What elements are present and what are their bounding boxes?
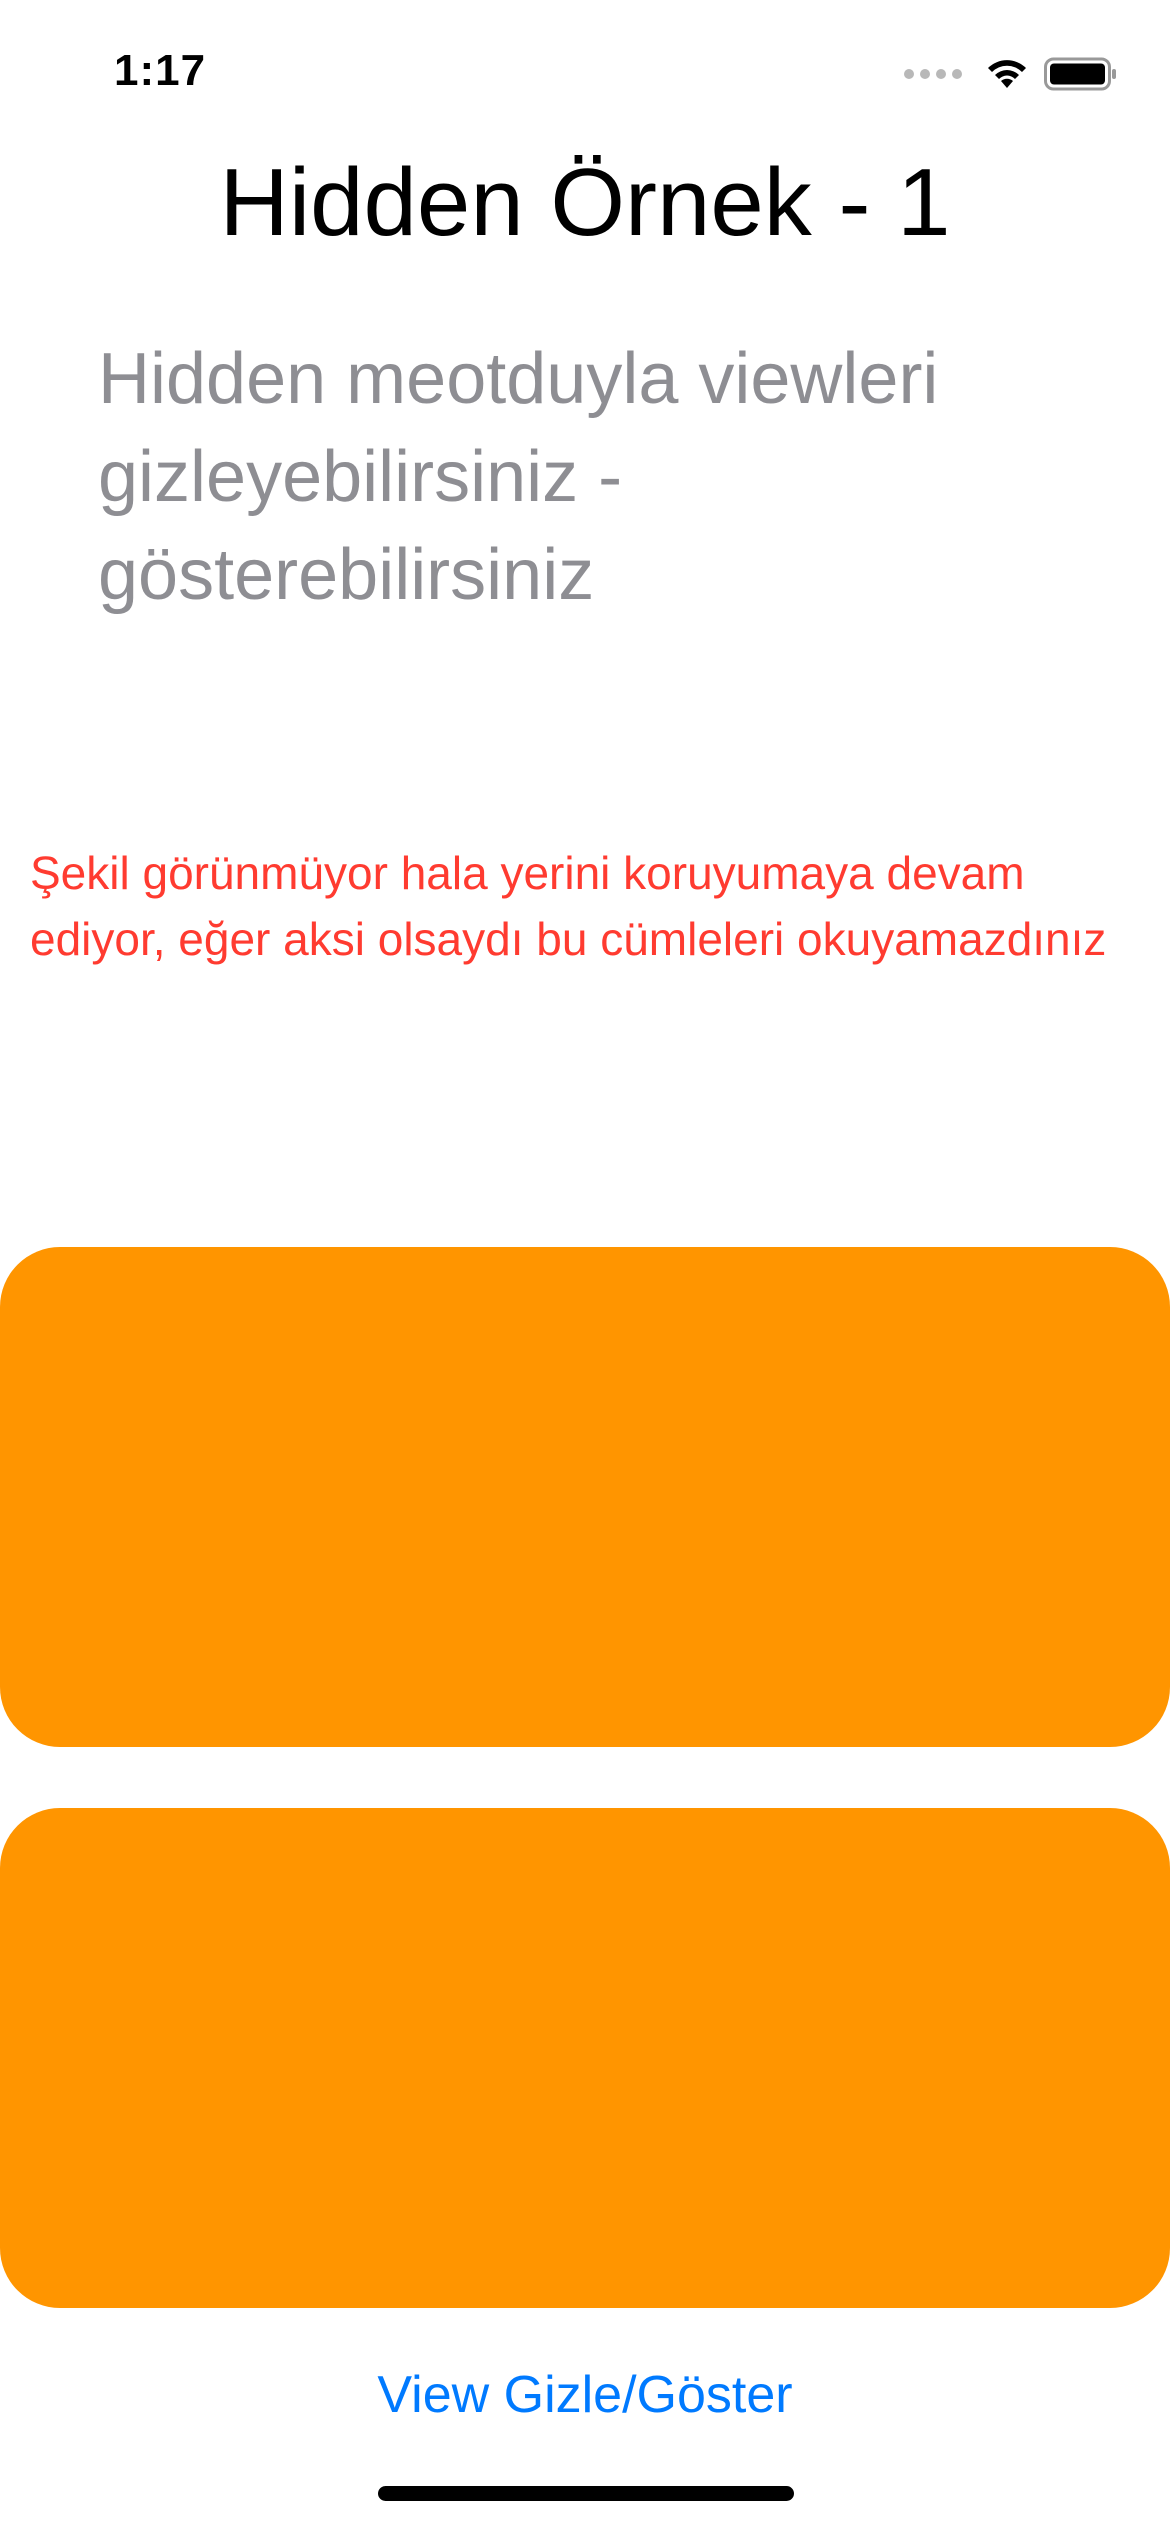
home-indicator[interactable] bbox=[378, 2486, 794, 2501]
status-bar: 1:17 bbox=[0, 0, 1170, 150]
wifi-icon bbox=[988, 60, 1026, 88]
subtitle-text: Hidden meotduyla viewleri gizleyebilirsi… bbox=[98, 339, 939, 615]
status-time: 1:17 bbox=[114, 46, 207, 95]
orange-view-1 bbox=[0, 1247, 1170, 1747]
info-note: Şekil görünmüyor hala yerini koruyumaya … bbox=[30, 847, 1107, 965]
orange-view-2 bbox=[0, 1808, 1170, 2308]
toggle-view-button[interactable]: View Gizle/Göster bbox=[0, 2360, 1170, 2430]
status-icons bbox=[904, 52, 1118, 96]
battery-icon bbox=[1044, 57, 1116, 91]
signal-icon bbox=[904, 69, 968, 79]
page-title: Hidden Örnek - 1 bbox=[219, 149, 951, 256]
